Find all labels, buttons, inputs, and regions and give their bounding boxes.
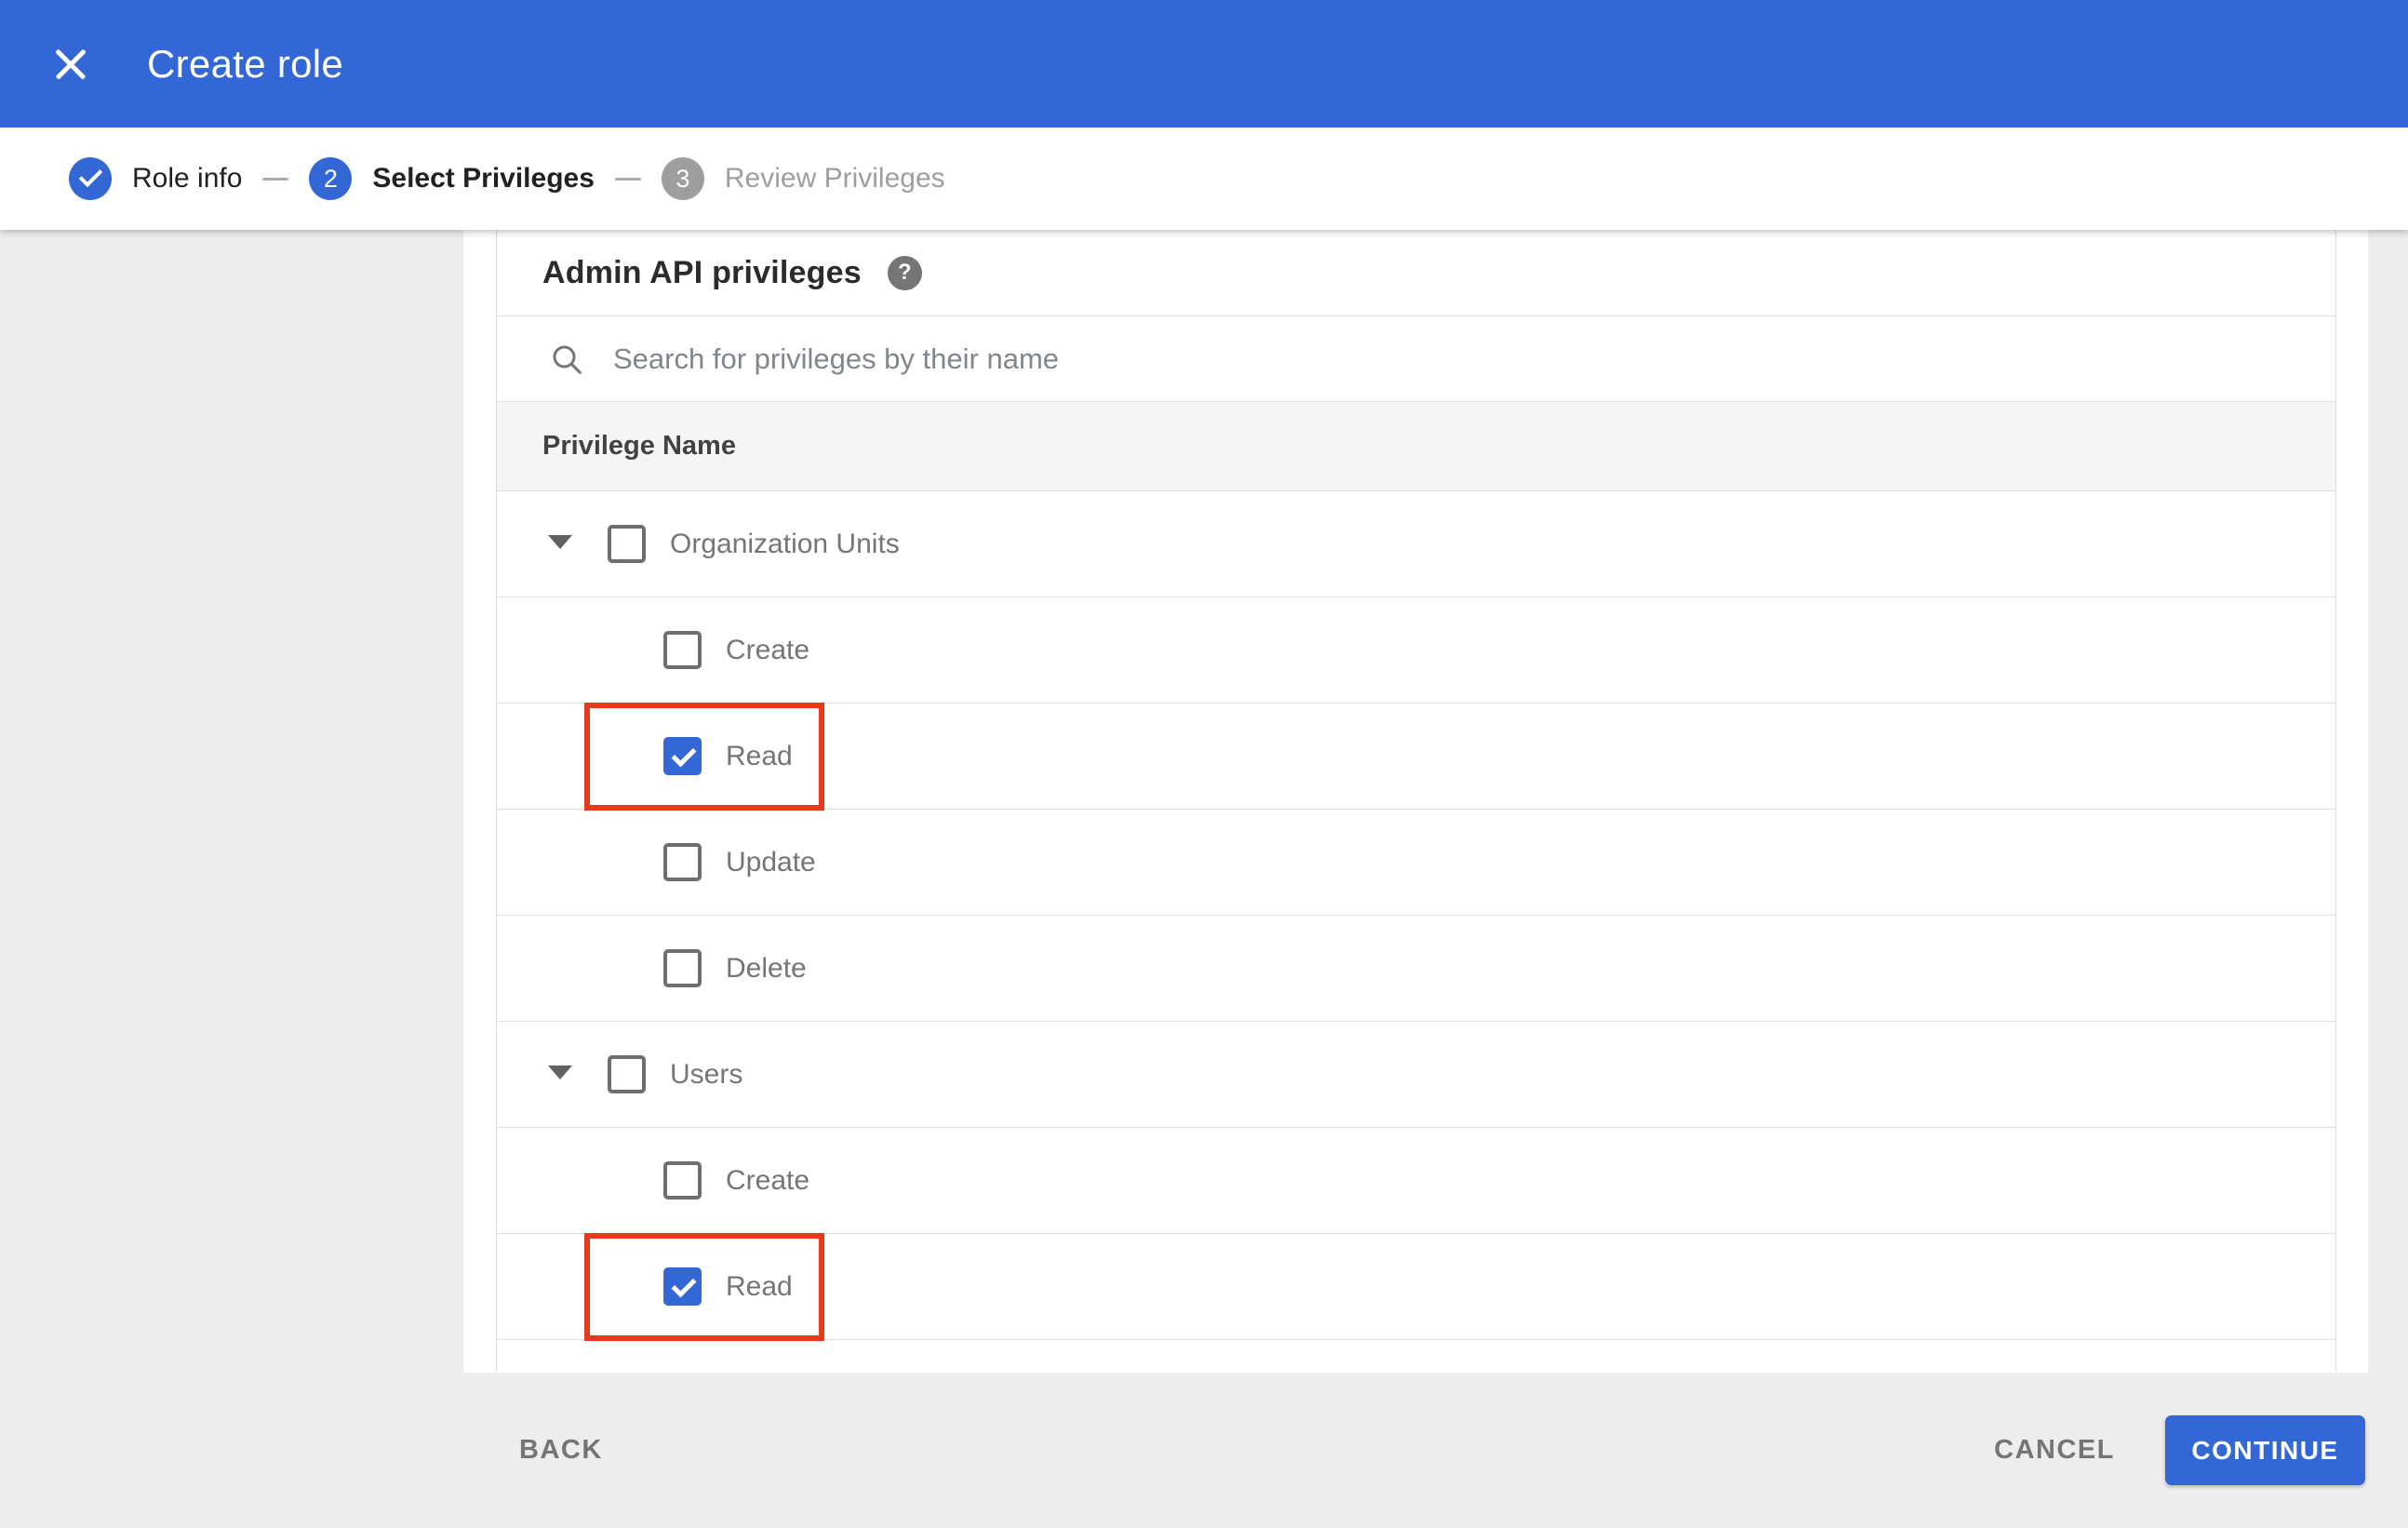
privilege-label: Delete (726, 952, 807, 984)
group-label: Organization Units (670, 528, 900, 559)
privilege-checkbox[interactable] (663, 631, 702, 669)
continue-button[interactable]: CONTINUE (2165, 1415, 2365, 1485)
privilege-row: Read (497, 1233, 2335, 1341)
privilege-row: Create (497, 597, 2335, 704)
privilege-checkbox[interactable] (663, 1267, 702, 1306)
privilege-checkbox[interactable] (663, 949, 702, 987)
group-checkbox[interactable] (608, 525, 646, 563)
privilege-label: Read (726, 1270, 793, 1302)
footer-bar: BACK CANCEL CONTINUE (0, 1373, 2408, 1528)
partial-row (497, 1340, 2335, 1372)
step-label: Select Privileges (372, 163, 595, 194)
panel-heading-row: Admin API privileges ? (497, 230, 2335, 316)
step-number-badge: 3 (661, 157, 704, 200)
help-icon[interactable]: ? (887, 255, 922, 290)
step-connector (614, 177, 641, 181)
search-input[interactable] (613, 330, 2335, 387)
create-role-dialog: Create role Role info 2 Select Privilege… (0, 0, 2408, 1528)
privilege-row: Create (497, 1128, 2335, 1234)
privilege-group-row: Organization Units (497, 491, 2335, 597)
stepper: Role info 2 Select Privileges 3 Review P… (0, 127, 2408, 230)
group-checkbox[interactable] (608, 1055, 646, 1093)
app-bar: Create role (0, 0, 2408, 127)
step-label: Review Privileges (724, 163, 945, 194)
step-label: Role info (132, 163, 243, 194)
search-row (497, 316, 2335, 402)
privilege-label: Create (726, 634, 810, 665)
privilege-row: Read (497, 703, 2335, 811)
table-header: Privilege Name (497, 402, 2335, 491)
privilege-row: Update (497, 810, 2335, 916)
main-content: Admin API privileges ? Privilege Name Or… (0, 230, 2408, 1528)
dialog-title: Create role (147, 41, 344, 86)
cancel-button[interactable]: CANCEL (1994, 1435, 2115, 1466)
privileges-panel: Admin API privileges ? Privilege Name Or… (463, 230, 2368, 1373)
step-number-badge: 2 (309, 157, 353, 200)
privilege-checkbox[interactable] (663, 843, 702, 881)
privilege-label: Create (726, 1164, 810, 1196)
step-select-privileges[interactable]: 2 Select Privileges (309, 157, 595, 200)
step-role-info[interactable]: Role info (69, 157, 242, 200)
close-icon[interactable] (43, 36, 99, 92)
back-button[interactable]: BACK (519, 1435, 603, 1466)
privilege-name-column-header: Privilege Name (542, 431, 736, 461)
privilege-checkbox[interactable] (663, 737, 702, 775)
step-review-privileges[interactable]: 3 Review Privileges (661, 157, 945, 200)
privilege-table-body: Organization Units Create Read Update Delete… (497, 491, 2335, 1372)
step-completed-check-icon (69, 157, 112, 200)
privilege-group-row: Users (497, 1022, 2335, 1128)
search-icon (553, 344, 582, 374)
privilege-label: Update (726, 846, 816, 878)
privileges-table: Admin API privileges ? Privilege Name Or… (496, 230, 2336, 1372)
privilege-row: Delete (497, 916, 2335, 1022)
privilege-label: Read (726, 740, 793, 771)
privilege-checkbox[interactable] (663, 1161, 702, 1200)
group-label: Users (670, 1058, 743, 1090)
step-connector (262, 177, 289, 181)
panel-heading: Admin API privileges (542, 254, 862, 290)
expand-arrow-icon[interactable] (548, 1066, 572, 1079)
expand-arrow-icon[interactable] (548, 535, 572, 549)
